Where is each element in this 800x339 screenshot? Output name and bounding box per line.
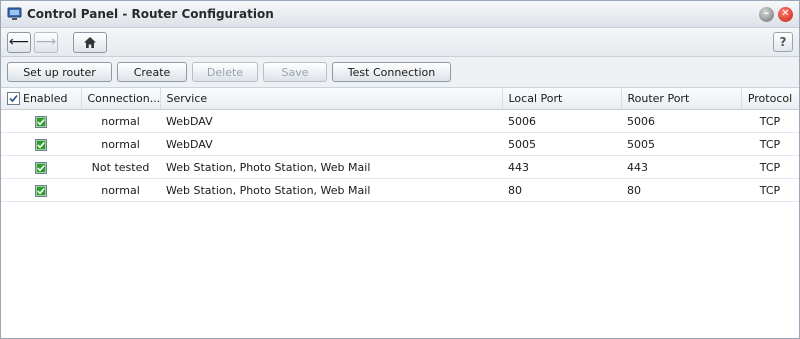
column-header-service[interactable]: Service xyxy=(160,88,503,110)
column-label-enabled: Enabled xyxy=(23,91,68,105)
local-port-cell: 443 xyxy=(502,155,621,179)
save-button[interactable]: Save xyxy=(263,62,327,82)
arrow-right-icon: ⟶ xyxy=(35,34,57,50)
service-cell: WebDAV xyxy=(160,109,502,133)
test-connection-label: Test Connection xyxy=(347,65,436,79)
help-icon: ? xyxy=(779,35,787,49)
set-up-router-label: Set up router xyxy=(23,65,96,79)
home-button[interactable] xyxy=(73,31,107,53)
action-toolbar: Set up router Create Delete Save Test Co… xyxy=(1,57,799,88)
service-cell: WebDAV xyxy=(160,132,502,156)
checkmark-icon xyxy=(9,95,18,103)
set-up-router-button[interactable]: Set up router xyxy=(7,62,112,82)
router-port-cell: 443 xyxy=(621,155,741,179)
table-row[interactable]: Not tested Web Station, Photo Station, W… xyxy=(1,155,799,179)
column-header-local-port[interactable]: Local Port xyxy=(502,88,622,110)
enabled-checkbox[interactable] xyxy=(35,115,47,128)
router-port-cell: 5006 xyxy=(621,109,741,133)
test-connection-button[interactable]: Test Connection xyxy=(332,62,451,82)
connection-status: normal xyxy=(81,109,160,133)
column-header-enabled[interactable]: Enabled xyxy=(1,88,82,110)
protocol-cell: TCP xyxy=(741,178,799,202)
service-cell: Web Station, Photo Station, Web Mail xyxy=(160,155,502,179)
protocol-cell: TCP xyxy=(741,132,799,156)
column-label-connection: Connection... xyxy=(87,92,160,105)
arrow-left-icon: ⟵ xyxy=(8,34,30,50)
window-title: Control Panel - Router Configuration xyxy=(27,7,274,21)
local-port-cell: 5005 xyxy=(502,132,621,156)
router-port-cell: 80 xyxy=(621,178,741,202)
connection-status: Not tested xyxy=(81,155,160,179)
control-panel-icon xyxy=(7,7,22,20)
delete-label: Delete xyxy=(206,65,244,79)
protocol-cell: TCP xyxy=(741,155,799,179)
table-row[interactable]: normal WebDAV 5005 5005 TCP xyxy=(1,132,799,156)
delete-button[interactable]: Delete xyxy=(192,62,258,82)
back-button[interactable]: ⟵ xyxy=(7,31,31,53)
local-port-cell: 80 xyxy=(502,178,621,202)
minimize-button[interactable]: – xyxy=(759,6,774,22)
table-row[interactable]: normal Web Station, Photo Station, Web M… xyxy=(1,178,799,202)
minimize-icon: – xyxy=(764,8,769,19)
create-button[interactable]: Create xyxy=(117,62,187,82)
column-label-router-port: Router Port xyxy=(627,92,690,105)
title-bar: Control Panel - Router Configuration – ✕ xyxy=(1,1,799,28)
home-icon xyxy=(84,36,96,48)
service-cell: Web Station, Photo Station, Web Mail xyxy=(160,178,502,202)
protocol-cell: TCP xyxy=(741,109,799,133)
router-port-cell: 5005 xyxy=(621,132,741,156)
close-button[interactable]: ✕ xyxy=(778,6,793,22)
enabled-checkbox[interactable] xyxy=(35,161,47,174)
save-label: Save xyxy=(281,65,309,79)
connection-status: normal xyxy=(81,132,160,156)
table-row[interactable]: normal WebDAV 5006 5006 TCP xyxy=(1,109,799,133)
column-label-service: Service xyxy=(166,92,208,105)
local-port-cell: 5006 xyxy=(502,109,621,133)
column-label-protocol: Protocol xyxy=(747,92,793,105)
port-forwarding-table: Enabled Connection... Service Local Port… xyxy=(1,88,799,202)
create-label: Create xyxy=(133,65,171,79)
help-button[interactable]: ? xyxy=(773,32,793,52)
connection-status: normal xyxy=(81,178,160,202)
table-header-row: Enabled Connection... Service Local Port… xyxy=(1,88,799,110)
select-all-checkbox[interactable] xyxy=(7,92,20,106)
column-header-router-port[interactable]: Router Port xyxy=(621,88,742,110)
router-config-window: Control Panel - Router Configuration – ✕… xyxy=(0,0,800,339)
column-header-protocol[interactable]: Protocol xyxy=(741,88,799,110)
navigation-bar: ⟵ ⟶ ? xyxy=(1,28,799,57)
enabled-checkbox[interactable] xyxy=(35,184,47,197)
column-header-connection[interactable]: Connection... xyxy=(81,88,161,110)
enabled-checkbox[interactable] xyxy=(35,138,47,151)
column-label-local-port: Local Port xyxy=(508,92,563,105)
close-icon: ✕ xyxy=(781,8,790,19)
forward-button[interactable]: ⟶ xyxy=(34,31,58,53)
